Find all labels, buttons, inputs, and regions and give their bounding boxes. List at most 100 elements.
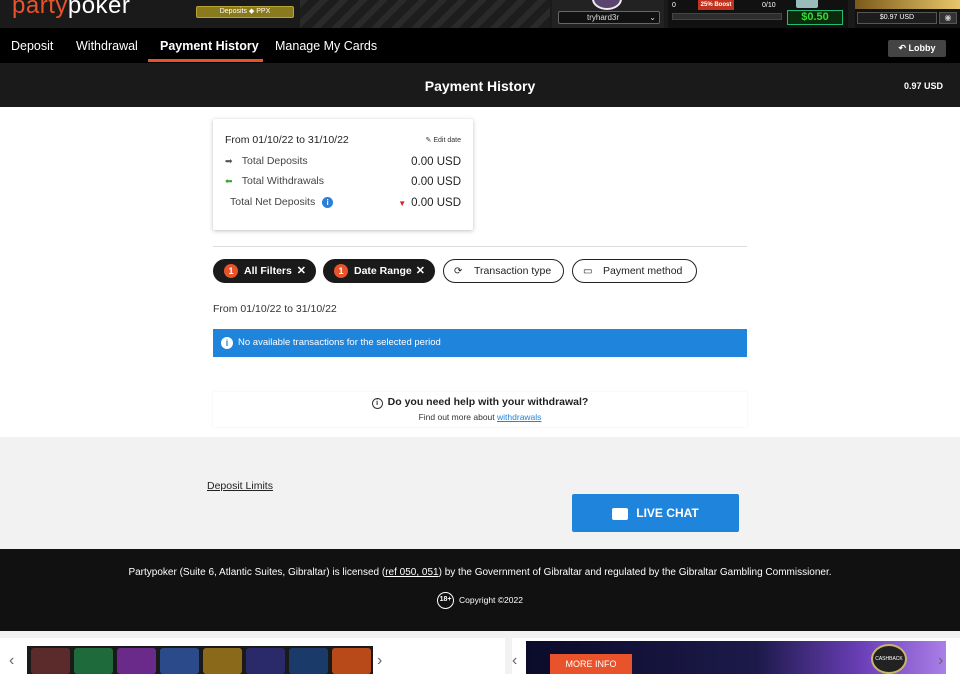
live-chat-label: LIVE CHAT: [636, 506, 699, 520]
header-pattern: [300, 0, 550, 28]
transaction-type-chip[interactable]: ⟳ Transaction type: [443, 259, 564, 283]
boost-progress-bar: [672, 13, 782, 20]
username-dropdown[interactable]: tryhard3r ⌄: [558, 11, 660, 24]
balance-widget: $0.97 USD ◉: [855, 0, 960, 28]
gold-banner: [855, 0, 960, 9]
copyright-text: Copyright ©2022: [459, 594, 523, 605]
game-thumbnail[interactable]: [117, 648, 156, 674]
edit-date-label: Edit date: [433, 137, 461, 144]
logo-party-text: party: [12, 0, 68, 19]
transaction-type-label: Transaction type: [474, 265, 552, 277]
tab-withdrawal[interactable]: Withdrawal: [76, 39, 138, 53]
total-net-deposits-row: Total Net Deposits i ▼ 0.00 USD: [230, 196, 461, 209]
page-header: Payment History 0.97 USD: [0, 63, 960, 107]
help-more-text: Find out more about: [418, 412, 498, 422]
promo-panel: MORE INFO CASHBACK: [526, 641, 946, 674]
games-carousel: ‹ ›: [0, 638, 505, 674]
payment-method-label: Payment method: [603, 265, 683, 277]
summary-range: From 01/10/22 to 31/10/22: [225, 134, 349, 146]
chevron-right-icon[interactable]: ›: [377, 652, 382, 670]
license-ref-link[interactable]: ref 050, 051: [385, 567, 438, 578]
withdrawals-link[interactable]: withdrawals: [497, 412, 541, 422]
tab-manage-my-cards[interactable]: Manage My Cards: [275, 39, 377, 53]
live-chat-button[interactable]: LIVE CHAT: [572, 494, 739, 532]
game-thumbnail[interactable]: [203, 648, 242, 674]
date-range-count-badge: 1: [334, 264, 348, 279]
arrow-right-icon: ➡: [225, 156, 233, 166]
game-thumbnails: [27, 646, 373, 674]
summary-card: From 01/10/22 to 31/10/22 ✎ Edit date ➡ …: [213, 119, 473, 230]
account-box: tryhard3r ⌄: [552, 0, 664, 28]
close-icon[interactable]: ✕: [297, 260, 306, 282]
promo-banner: ‹ MORE INFO CASHBACK ›: [512, 638, 960, 674]
lobby-label: Lobby: [908, 43, 936, 53]
username-label: tryhard3r: [587, 13, 620, 22]
date-range-chip[interactable]: 1 Date Range ✕: [323, 259, 435, 283]
support-band: Deposit Limits LIVE CHAT: [0, 473, 960, 549]
eye-icon[interactable]: ◉: [939, 12, 957, 24]
filter-count-badge: 1: [224, 264, 238, 279]
triangle-down-icon: ▼: [398, 199, 407, 208]
tab-deposit[interactable]: Deposit: [11, 39, 53, 53]
total-withdrawals-row: ⬅ Total Withdrawals 0.00 USD: [225, 175, 461, 188]
license-text: Partypoker (Suite 6, Atlantic Suites, Gi…: [0, 567, 960, 578]
total-deposits-label: Total Deposits: [241, 155, 308, 167]
game-thumbnail[interactable]: [289, 648, 328, 674]
license-post: ) by the Government of Gibraltar and reg…: [438, 567, 832, 578]
info-icon[interactable]: i: [322, 196, 334, 208]
avatar[interactable]: [592, 0, 622, 10]
chevron-left-icon[interactable]: ‹: [9, 652, 14, 670]
more-info-button[interactable]: MORE INFO: [550, 654, 632, 674]
tab-payment-history[interactable]: Payment History: [160, 39, 259, 53]
withdrawal-help-box: i Do you need help with your withdrawal? …: [213, 392, 747, 427]
cashback-badge: CASHBACK: [871, 644, 907, 674]
total-withdrawals-amount: 0.00 USD: [411, 176, 461, 188]
chevron-right-icon[interactable]: ›: [938, 652, 943, 670]
total-net-deposits-label: Total Net Deposits: [230, 196, 316, 208]
arrow-left-icon: ⬅: [225, 176, 233, 186]
back-arrow-icon: ↶: [898, 43, 909, 53]
cashier-nav: Deposit Withdrawal Payment History Manag…: [0, 28, 960, 63]
boost-count: 0: [672, 2, 676, 9]
main-content: From 01/10/22 to 31/10/22 ✎ Edit date ➡ …: [0, 107, 960, 437]
deposits-badge[interactable]: Deposits ◆ PPX: [196, 6, 294, 18]
all-filters-chip[interactable]: 1 All Filters ✕: [213, 259, 316, 283]
boost-progress: 0/10: [762, 2, 776, 9]
lobby-button[interactable]: ↶ Lobby: [888, 40, 946, 57]
game-thumbnail[interactable]: [332, 648, 371, 674]
game-thumbnail[interactable]: [246, 648, 285, 674]
all-filters-label: All Filters: [244, 265, 292, 277]
game-thumbnail[interactable]: [31, 648, 70, 674]
help-question: Do you need help with your withdrawal?: [387, 396, 589, 408]
payment-method-chip[interactable]: ▭ Payment method: [572, 259, 697, 283]
no-transactions-text: No available transactions for the select…: [238, 337, 441, 348]
top-bar: partypoker Deposits ◆ PPX tryhard3r ⌄ 0 …: [0, 0, 960, 28]
edit-date-button[interactable]: ✎ Edit date: [426, 136, 461, 144]
info-circle-icon: i: [371, 398, 383, 409]
game-thumbnail[interactable]: [160, 648, 199, 674]
results-range: From 01/10/22 to 31/10/22: [213, 303, 337, 315]
boost-widget[interactable]: 0 25% Boost 0/10 $0.50: [668, 0, 848, 28]
card-icon: ▭: [583, 266, 593, 277]
close-icon[interactable]: ✕: [416, 260, 425, 282]
game-thumbnail[interactable]: [74, 648, 113, 674]
net-amount-value: 0.00 USD: [411, 197, 461, 209]
partypoker-logo[interactable]: partypoker: [12, 0, 130, 20]
deposit-limits-link[interactable]: Deposit Limits: [207, 480, 273, 492]
chevron-down-icon: ⌄: [649, 13, 656, 22]
divider: [213, 246, 747, 247]
currency-exchange-icon: ⟳: [454, 266, 463, 277]
date-range-label: Date Range: [354, 265, 412, 277]
chevron-left-icon[interactable]: ‹: [512, 652, 517, 670]
footer: Partypoker (Suite 6, Atlantic Suites, Gi…: [0, 549, 960, 631]
chest-icon: [796, 0, 818, 8]
balance-display: $0.97 USD: [857, 12, 937, 24]
header-balance: 0.97 USD: [903, 81, 943, 91]
total-net-deposits-amount: ▼ 0.00 USD: [398, 197, 461, 209]
license-pre: Partypoker (Suite 6, Atlantic Suites, Gi…: [128, 567, 386, 578]
no-transactions-banner: i No available transactions for the sele…: [213, 329, 747, 357]
boost-badge: 25% Boost: [698, 0, 734, 10]
info-icon: i: [221, 337, 233, 349]
logo-poker-text: poker: [67, 0, 131, 19]
active-tab-indicator: [148, 59, 263, 62]
